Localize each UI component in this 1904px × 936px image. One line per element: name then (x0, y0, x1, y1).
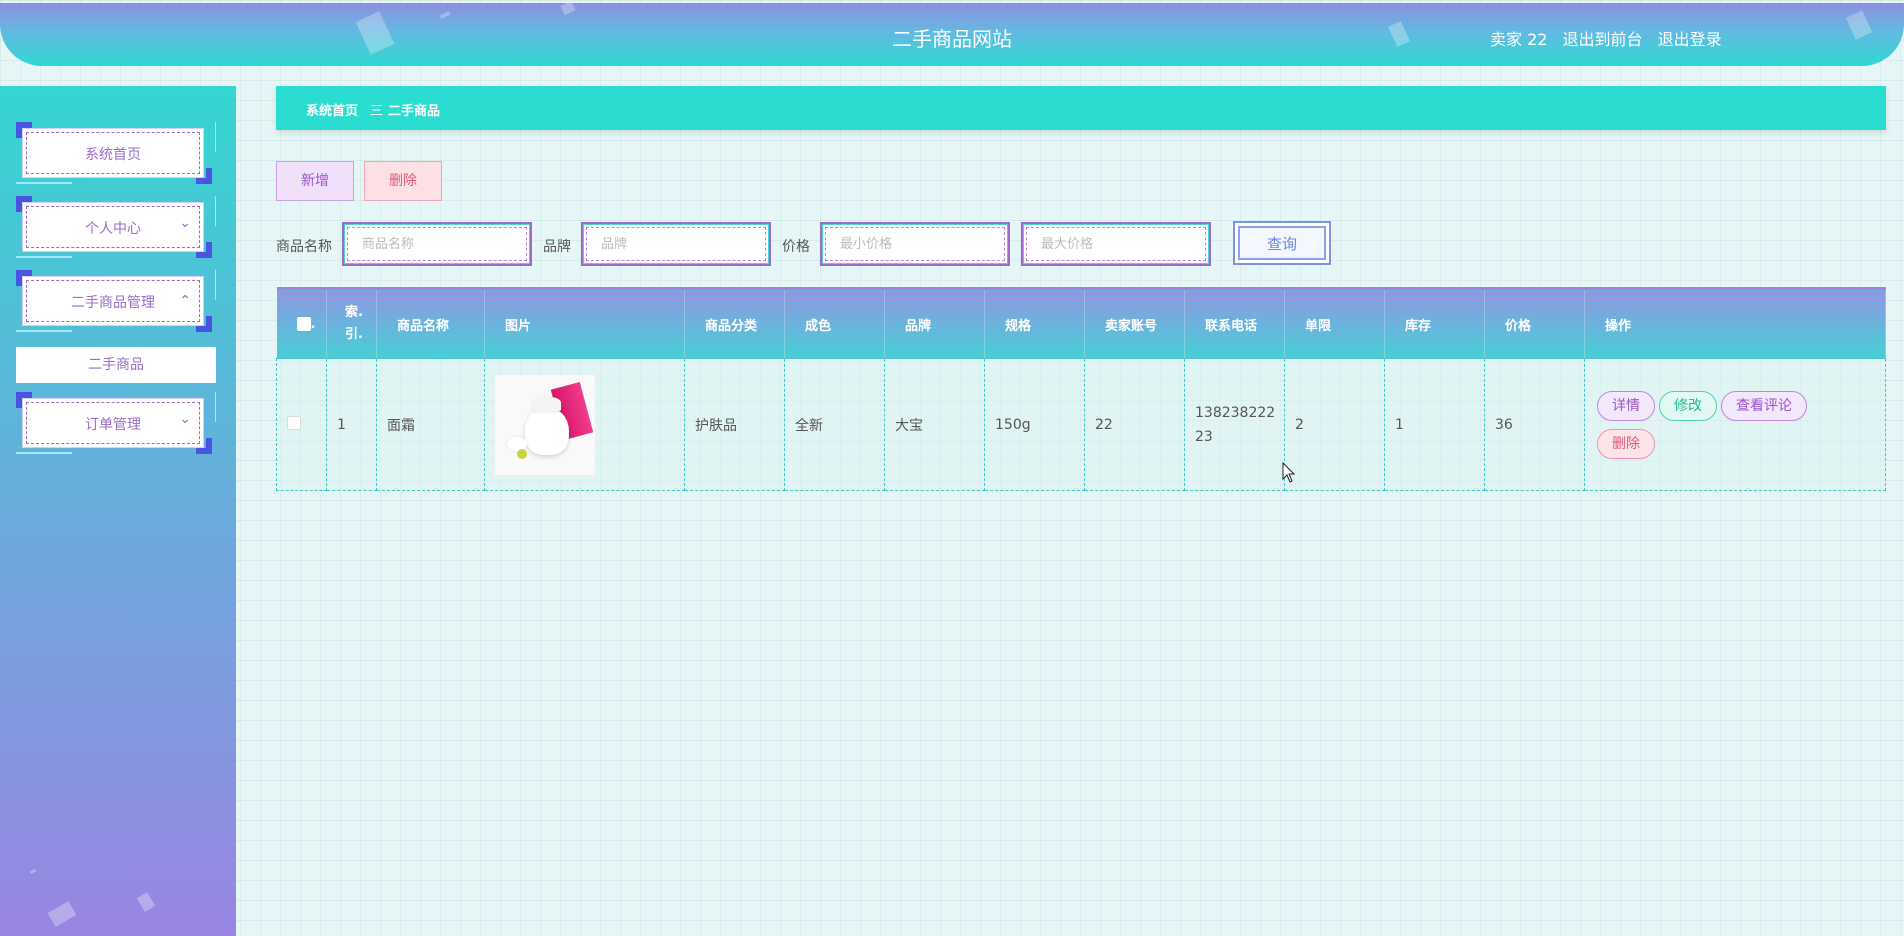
cell-limit: 2 (1284, 358, 1385, 491)
column-header-index: 索. 引. (326, 288, 377, 359)
breadcrumb-current: 二手商品 (388, 104, 441, 119)
brand-label: 品牌 (543, 239, 571, 255)
column-header-condition: 成色 (784, 288, 885, 359)
menu-frame-home: 系统首页 (16, 122, 216, 184)
cell-brand: 大宝 (884, 358, 985, 491)
detail-button[interactable]: 详情 (1597, 390, 1655, 421)
sidebar-subitem-goods[interactable]: 二手商品 (16, 347, 216, 383)
column-header-category: 商品分类 (684, 288, 785, 359)
breadcrumb-home[interactable]: 系统首页 (306, 100, 358, 119)
column-header-image: 图片 (484, 288, 685, 359)
cell-index: 1 (326, 358, 377, 491)
header-decoration (439, 11, 451, 19)
sidebar-item-label: 二手商品管理 (71, 295, 155, 311)
cell-phone: 138238222 23 (1184, 358, 1285, 491)
search-button-label: 查询 (1238, 226, 1326, 260)
cell-price: 36 (1484, 358, 1585, 491)
column-header-seller: 卖家账号 (1084, 288, 1185, 359)
cell-spec: 150g (984, 358, 1085, 491)
column-header-name: 商品名称 (376, 288, 485, 359)
user-name: 卖家 22 (1490, 30, 1548, 49)
breadcrumb-separator: 三 (370, 104, 384, 119)
sidebar-item-orders[interactable]: 订单管理 ⌄ (22, 398, 204, 448)
add-button[interactable]: 新增 (276, 161, 354, 201)
cell-category: 护肤品 (684, 358, 785, 491)
cell-actions: 详情 修改 查看评论 删除 (1584, 358, 1886, 491)
breadcrumb: 系统首页 三 二手商品 (276, 86, 1886, 130)
name-label: 商品名称 (276, 239, 332, 255)
select-all-checkbox[interactable] (296, 317, 311, 331)
mouse-cursor-icon (1282, 462, 1296, 483)
sidebar-item-label: 个人中心 (85, 221, 141, 237)
sidebar-item-personal-center[interactable]: 个人中心 ⌄ (22, 202, 204, 252)
menu-frame-orders: 订单管理 ⌄ (16, 392, 216, 454)
cell-name: 面霜 (376, 358, 485, 491)
cell-stock: 1 (1384, 358, 1485, 491)
column-header-actions: 操作 (1584, 288, 1886, 359)
row-checkbox[interactable] (287, 415, 301, 430)
column-header-phone: 联系电话 (1184, 288, 1285, 359)
column-header-brand: 品牌 (884, 288, 985, 359)
menu-frame-goods: 二手商品管理 ⌃ (16, 270, 216, 332)
name-input-wrap (342, 222, 532, 266)
price-label: 价格 (782, 239, 810, 255)
sidebar-decoration (136, 892, 156, 912)
sidebar-item-goods-management[interactable]: 二手商品管理 ⌃ (22, 276, 204, 326)
menu-frame-personal: 个人中心 ⌄ (16, 196, 216, 258)
column-header-price: 价格 (1484, 288, 1585, 359)
sidebar-decoration (47, 901, 77, 927)
min-price-input-wrap (820, 222, 1010, 266)
brand-input[interactable] (586, 227, 766, 261)
row-select-cell (276, 358, 327, 491)
top-header: 二手商品网站 卖家 22 退出到前台 退出登录 (0, 3, 1904, 66)
max-price-input[interactable] (1026, 227, 1206, 261)
column-header-stock: 库存 (1384, 288, 1485, 359)
header-decoration (560, 3, 576, 16)
sidebar-decoration (29, 868, 37, 875)
delete-button[interactable]: 删除 (364, 161, 442, 201)
cell-seller: 22 (1084, 358, 1185, 491)
select-all-header: . (276, 288, 327, 359)
table-header-row: . 索. 引. 商品名称 图片 商品分类 成色 品牌 规格 卖家账号 联系电话 单… (276, 288, 1886, 359)
name-input[interactable] (347, 227, 527, 261)
product-image (495, 374, 595, 475)
column-header-spec: 规格 (984, 288, 1085, 359)
sidebar-item-home[interactable]: 系统首页 (22, 128, 204, 178)
row-delete-button[interactable]: 删除 (1597, 428, 1655, 459)
search-button[interactable]: 查询 (1233, 221, 1331, 265)
column-header-limit: 单限 (1284, 288, 1385, 359)
max-price-input-wrap (1021, 222, 1211, 266)
sidebar: 系统首页 个人中心 ⌄ 二手商品管理 ⌃ 二手商品 订单管理 ⌄ (0, 86, 236, 936)
chevron-down-icon: ⌄ (179, 411, 191, 427)
sidebar-item-label: 订单管理 (85, 417, 141, 433)
view-reviews-button[interactable]: 查看评论 (1721, 390, 1807, 421)
table-row: 1 面霜 护肤品 全新 大宝 150g 22 138238222 23 2 1 3… (276, 358, 1886, 491)
chevron-up-icon: ⌃ (179, 293, 191, 309)
goods-table: . 索. 引. 商品名称 图片 商品分类 成色 品牌 规格 卖家账号 联系电话 单… (276, 287, 1886, 491)
back-to-front-link[interactable]: 退出到前台 (1563, 30, 1643, 49)
brand-input-wrap (581, 222, 771, 266)
sidebar-item-label: 系统首页 (85, 147, 141, 163)
edit-button[interactable]: 修改 (1659, 390, 1717, 421)
chevron-down-icon: ⌄ (179, 215, 191, 231)
cell-image (484, 358, 685, 491)
cell-condition: 全新 (784, 358, 885, 491)
min-price-input[interactable] (825, 227, 1005, 261)
logout-link[interactable]: 退出登录 (1658, 30, 1722, 49)
user-area: 卖家 22 退出到前台 退出登录 (1490, 26, 1732, 50)
